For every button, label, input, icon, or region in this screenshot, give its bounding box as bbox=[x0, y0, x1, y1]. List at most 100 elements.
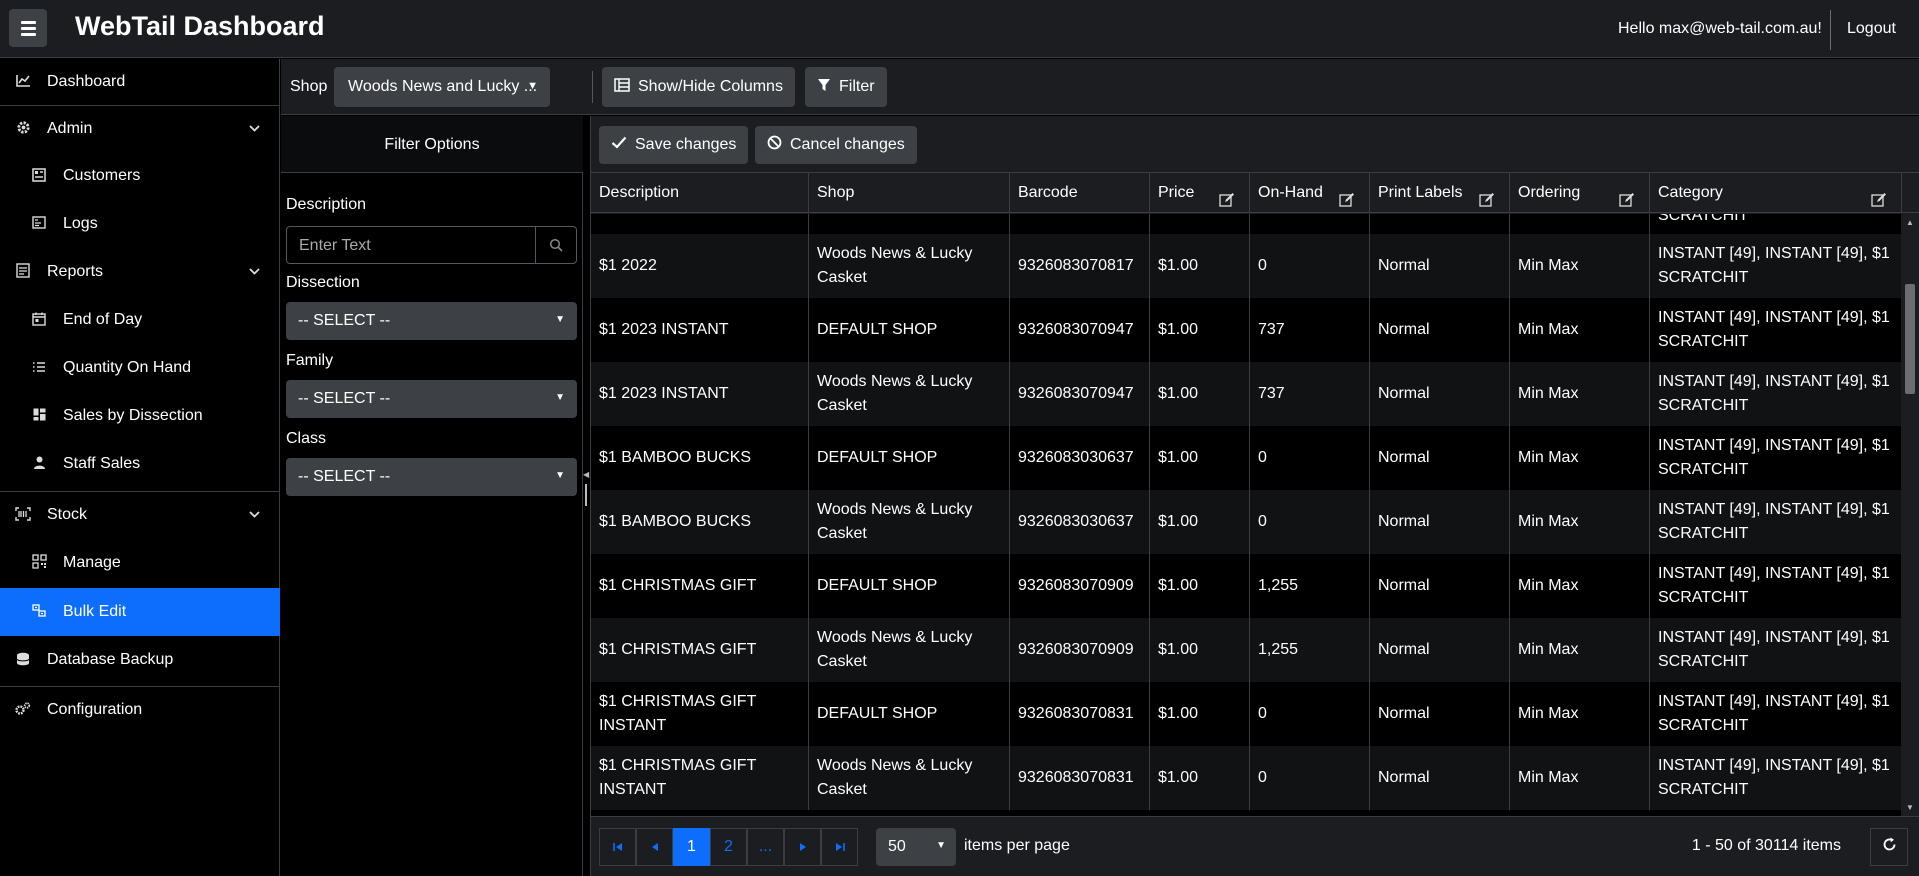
cell-shop[interactable]: DEFAULT SHOP bbox=[809, 554, 1010, 618]
column-header-shop[interactable]: Shop bbox=[809, 173, 1010, 213]
cell-on-hand[interactable]: 1,255 bbox=[1250, 618, 1370, 682]
cell-category[interactable]: INSTANT [49], INSTANT [49], $1 SCRATCHIT bbox=[1650, 682, 1902, 746]
page-2-button[interactable]: 2 bbox=[710, 828, 747, 866]
cell-price[interactable]: $1.00 bbox=[1150, 618, 1250, 682]
scroll-down-icon[interactable]: ▼ bbox=[1906, 803, 1914, 812]
sidebar-item-customers[interactable]: Customers bbox=[0, 153, 280, 199]
save-changes-button[interactable]: Save changes bbox=[599, 126, 749, 164]
column-header-ordering[interactable]: Ordering bbox=[1510, 173, 1650, 213]
family-select[interactable]: -- SELECT -- ▼ bbox=[286, 380, 577, 418]
dissection-select[interactable]: -- SELECT -- ▼ bbox=[286, 302, 577, 340]
last-page-button[interactable] bbox=[821, 828, 858, 866]
description-search-input[interactable]: Enter Text bbox=[286, 226, 577, 264]
sidebar-item-configuration[interactable]: Configuration bbox=[0, 687, 280, 733]
cell-price[interactable]: $1.00 bbox=[1150, 746, 1250, 810]
cell-print-labels[interactable]: Normal bbox=[1370, 490, 1510, 554]
cell-shop[interactable]: DEFAULT SHOP bbox=[809, 426, 1010, 490]
cell-category[interactable]: INSTANT [49], INSTANT [49], $1 SCRATCHIT bbox=[1650, 554, 1902, 618]
cell-barcode[interactable] bbox=[1010, 214, 1150, 234]
cell-ordering[interactable] bbox=[1510, 214, 1650, 234]
table-row[interactable]: SCRATCHIT bbox=[591, 214, 1902, 234]
cell-barcode[interactable]: 9326083030637 bbox=[1010, 490, 1150, 554]
sidebar-item-staff-sales[interactable]: Staff Sales bbox=[0, 441, 280, 487]
cell-ordering[interactable]: Min Max bbox=[1510, 682, 1650, 746]
cell-description[interactable] bbox=[591, 214, 809, 234]
cell-description[interactable]: $1 CHRISTMAS GIFT bbox=[591, 554, 809, 618]
sidebar-item-bulk-edit[interactable]: Bulk Edit bbox=[0, 588, 280, 636]
cell-ordering[interactable]: Min Max bbox=[1510, 362, 1650, 426]
cell-price[interactable]: $1.00 bbox=[1150, 490, 1250, 554]
cell-print-labels[interactable]: Normal bbox=[1370, 746, 1510, 810]
cell-on-hand[interactable]: 0 bbox=[1250, 426, 1370, 490]
cell-description[interactable]: $1 2023 INSTANT bbox=[591, 362, 809, 426]
shop-select[interactable]: Woods News and Lucky ... ▼ bbox=[334, 67, 550, 107]
table-row[interactable]: $1 CHRISTMAS GIFT INSTANT Woods News & Lu… bbox=[591, 746, 1902, 810]
search-icon[interactable] bbox=[535, 227, 576, 263]
cell-price[interactable]: $1.00 bbox=[1150, 426, 1250, 490]
cell-category[interactable]: INSTANT [49], INSTANT [49], $1 SCRATCHIT bbox=[1650, 490, 1902, 554]
cell-description[interactable]: $1 CHRISTMAS GIFT INSTANT bbox=[591, 682, 809, 746]
sidebar-item-database-backup[interactable]: Database Backup bbox=[0, 637, 280, 683]
cell-category[interactable]: INSTANT [49], INSTANT [49], $1 SCRATCHIT bbox=[1650, 298, 1902, 362]
sidebar-item-end-of-day[interactable]: End of Day bbox=[0, 297, 280, 343]
cell-print-labels[interactable]: Normal bbox=[1370, 682, 1510, 746]
cell-price[interactable]: $1.00 bbox=[1150, 362, 1250, 426]
cell-price[interactable] bbox=[1150, 214, 1250, 234]
cell-ordering[interactable]: Min Max bbox=[1510, 298, 1650, 362]
cell-print-labels[interactable] bbox=[1370, 214, 1510, 234]
cell-shop[interactable]: Woods News & Lucky Casket bbox=[809, 362, 1010, 426]
cell-description[interactable]: $1 2022 bbox=[591, 234, 809, 298]
cell-shop[interactable]: Woods News & Lucky Casket bbox=[809, 618, 1010, 682]
scrollbar-thumb[interactable] bbox=[1905, 284, 1915, 394]
cell-price[interactable]: $1.00 bbox=[1150, 298, 1250, 362]
cell-shop[interactable]: DEFAULT SHOP bbox=[809, 682, 1010, 746]
table-row[interactable]: $1 CHRISTMAS GIFT INSTANT DEFAULT SHOP 932… bbox=[591, 682, 1902, 746]
cell-ordering[interactable]: Min Max bbox=[1510, 490, 1650, 554]
cell-on-hand[interactable]: 1,255 bbox=[1250, 554, 1370, 618]
column-header-on-hand[interactable]: On-Hand bbox=[1250, 173, 1370, 213]
cell-shop[interactable]: Woods News & Lucky Casket bbox=[809, 746, 1010, 810]
panel-splitter-handle[interactable]: ◀ bbox=[583, 470, 589, 510]
cell-on-hand[interactable]: 737 bbox=[1250, 298, 1370, 362]
cell-category[interactable]: INSTANT [49], INSTANT [49], $1 SCRATCHIT bbox=[1650, 618, 1902, 682]
column-header-category[interactable]: Category bbox=[1650, 173, 1902, 213]
column-header-description[interactable]: Description bbox=[591, 173, 809, 213]
cell-barcode[interactable]: 9326083070909 bbox=[1010, 554, 1150, 618]
cell-print-labels[interactable]: Normal bbox=[1370, 426, 1510, 490]
sidebar-item-sales-by-dissection[interactable]: Sales by Dissection bbox=[0, 393, 280, 439]
previous-page-button[interactable] bbox=[636, 828, 673, 866]
class-select[interactable]: -- SELECT -- ▼ bbox=[286, 458, 577, 496]
cell-shop[interactable] bbox=[809, 214, 1010, 234]
cell-category[interactable]: INSTANT [49], INSTANT [49], $1 SCRATCHIT bbox=[1650, 746, 1902, 810]
cell-category[interactable]: INSTANT [49], INSTANT [49], $1 SCRATCHIT bbox=[1650, 234, 1902, 298]
first-page-button[interactable] bbox=[599, 828, 636, 866]
cell-print-labels[interactable]: Normal bbox=[1370, 618, 1510, 682]
cell-on-hand[interactable]: 737 bbox=[1250, 362, 1370, 426]
sidebar-item-admin[interactable]: Admin bbox=[0, 106, 280, 152]
cell-barcode[interactable]: 9326083070947 bbox=[1010, 362, 1150, 426]
cell-barcode[interactable]: 9326083070817 bbox=[1010, 234, 1150, 298]
cell-description[interactable]: $1 CHRISTMAS GIFT bbox=[591, 618, 809, 682]
cell-on-hand[interactable] bbox=[1250, 214, 1370, 234]
sidebar-item-logs[interactable]: Logs bbox=[0, 201, 280, 247]
cell-barcode[interactable]: 9326083030637 bbox=[1010, 426, 1150, 490]
grid-vertical-scrollbar[interactable]: ▲ ▼ bbox=[1901, 214, 1919, 816]
page-1-button[interactable]: 1 bbox=[673, 828, 710, 866]
cell-price[interactable]: $1.00 bbox=[1150, 554, 1250, 618]
show-hide-columns-button[interactable]: Show/Hide Columns bbox=[602, 67, 795, 107]
filter-button[interactable]: Filter bbox=[805, 67, 887, 107]
cell-on-hand[interactable]: 0 bbox=[1250, 682, 1370, 746]
table-row[interactable]: $1 2023 INSTANT DEFAULT SHOP 9326083070947… bbox=[591, 298, 1902, 362]
cancel-changes-button[interactable]: Cancel changes bbox=[755, 126, 917, 164]
cell-ordering[interactable]: Min Max bbox=[1510, 554, 1650, 618]
next-page-button[interactable] bbox=[784, 828, 821, 866]
refresh-button[interactable] bbox=[1870, 828, 1908, 866]
table-row[interactable]: $1 CHRISTMAS GIFT Woods News & Lucky Cask… bbox=[591, 618, 1902, 682]
cell-barcode[interactable]: 9326083070947 bbox=[1010, 298, 1150, 362]
cell-description[interactable]: $1 BAMBOO BUCKS bbox=[591, 426, 809, 490]
page-size-select[interactable]: 50 ▼ bbox=[876, 828, 956, 866]
table-row[interactable]: $1 2023 INSTANT Woods News & Lucky Casket… bbox=[591, 362, 1902, 426]
cell-print-labels[interactable]: Normal bbox=[1370, 298, 1510, 362]
cell-price[interactable]: $1.00 bbox=[1150, 234, 1250, 298]
sidebar-item-quantity-on-hand[interactable]: Quantity On Hand bbox=[0, 345, 280, 391]
